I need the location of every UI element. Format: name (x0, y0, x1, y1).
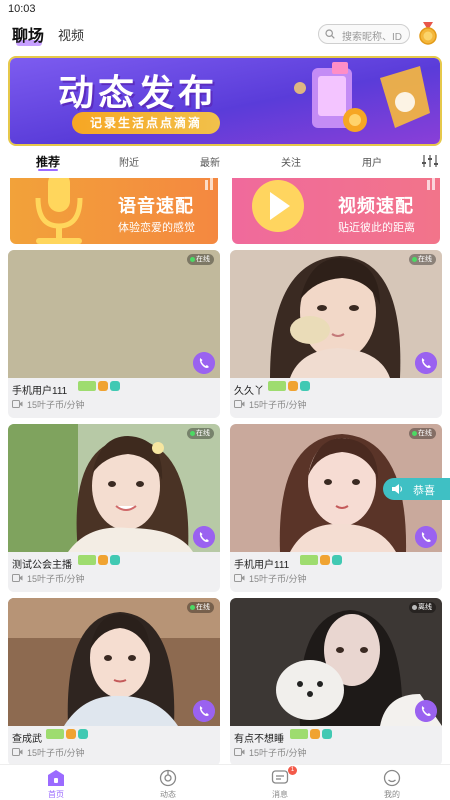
search-placeholder: 搜索昵称、ID (342, 32, 402, 43)
profile-card[interactable]: 在线 手机用户111 15叶子币/分钟 (230, 424, 442, 592)
profile-card[interactable]: 离线 有点不想睡 15叶子币/分钟 (230, 598, 442, 766)
profile-card[interactable]: 在线 久久丫 15叶子币/分钟 (230, 250, 442, 418)
tab-nearby[interactable]: 附近 (119, 154, 139, 169)
call-price: 15叶子币/分钟 (27, 400, 85, 410)
level-badges (300, 555, 344, 567)
bottom-nav-messages[interactable]: 1 消息 (250, 766, 310, 799)
call-button[interactable] (193, 352, 215, 374)
level-badges (78, 555, 122, 567)
status-badge: 离线 (409, 602, 436, 613)
top-nav: 聊场 视频 搜索昵称、ID (0, 20, 450, 50)
category-tabs: 推荐 附近 最新 关注 用户 (0, 150, 450, 172)
medal-icon[interactable] (418, 22, 438, 46)
congrats-floating-tag[interactable]: 恭喜 (383, 478, 450, 500)
status-time: 10:03 (8, 3, 36, 15)
bottom-nav-label: 消息 (272, 790, 288, 799)
speaker-icon (392, 484, 402, 494)
video-camera-icon (234, 574, 245, 582)
profile-photo (8, 424, 220, 552)
level-badges (290, 729, 334, 741)
profile-name: 测试公会主播 (12, 560, 72, 571)
post-moment-banner[interactable]: 动态发布 记录生活点点滴滴 (8, 56, 442, 146)
call-button[interactable] (415, 526, 437, 548)
video-camera-icon (12, 574, 23, 582)
tab-video[interactable]: 视频 (58, 25, 84, 44)
profile-card[interactable]: 在线 查成武 15叶子币/分钟 (8, 598, 220, 766)
voice-match-card[interactable]: 语音速配 体验恋爱的感觉 (10, 178, 218, 244)
voice-match-subtitle: 体验恋爱的感觉 (118, 222, 195, 234)
level-badges (46, 729, 90, 741)
banner-title: 动态发布 (58, 72, 219, 113)
profile-card[interactable]: 在线 手机用户111 15叶子币/分钟 (8, 250, 220, 418)
video-match-subtitle: 贴近彼此的距离 (338, 222, 415, 234)
unread-count-badge: 1 (288, 766, 297, 775)
profile-photo (8, 250, 220, 378)
home-icon (48, 770, 64, 786)
status-badge: 在线 (187, 428, 214, 439)
tab-users[interactable]: 用户 (362, 154, 382, 169)
status-badge: 在线 (409, 254, 436, 265)
banner-subtitle: 记录生活点点滴滴 (72, 112, 221, 134)
video-camera-icon (234, 400, 245, 408)
message-icon (271, 770, 289, 784)
profile-photo (230, 250, 442, 378)
call-price: 15叶子币/分钟 (249, 400, 307, 410)
call-price: 15叶子币/分钟 (249, 748, 307, 758)
status-bar: 10:03 (0, 0, 450, 20)
profile-name: 有点不想睡 (234, 734, 284, 745)
status-badge: 在线 (409, 428, 436, 439)
profile-card[interactable]: 在线 测试公会主播 15叶子币/分钟 (8, 424, 220, 592)
call-price: 15叶子币/分钟 (249, 574, 307, 584)
video-match-card[interactable]: 视频速配 贴近彼此的距离 (232, 178, 440, 244)
video-camera-icon (12, 400, 23, 408)
call-button[interactable] (193, 700, 215, 722)
status-badge: 在线 (187, 602, 214, 613)
profile-photo (230, 598, 442, 726)
call-button[interactable] (193, 526, 215, 548)
bottom-nav-home[interactable]: 首页 (26, 769, 86, 799)
call-price: 15叶子币/分钟 (27, 574, 85, 584)
video-match-title: 视频速配 (338, 196, 414, 216)
bottom-nav: 首页 动态 1 消息 我的 (0, 764, 450, 800)
call-price: 15叶子币/分钟 (27, 748, 85, 758)
status-badge: 在线 (187, 254, 214, 265)
search-input[interactable]: 搜索昵称、ID (318, 24, 410, 44)
bottom-nav-moments[interactable]: 动态 (138, 769, 198, 799)
video-camera-icon (12, 748, 23, 756)
profile-icon (383, 769, 401, 787)
video-camera-icon (234, 748, 245, 756)
level-badges (268, 381, 312, 393)
congrats-label: 恭喜 (413, 485, 435, 497)
microphone-icon (48, 178, 70, 202)
bottom-nav-label: 我的 (384, 790, 400, 799)
call-button[interactable] (415, 352, 437, 374)
profile-name: 查成武 (12, 734, 42, 745)
profile-photo (8, 598, 220, 726)
tab-latest[interactable]: 最新 (200, 154, 220, 169)
tab-following[interactable]: 关注 (281, 154, 301, 169)
tab-recommend[interactable]: 推荐 (36, 153, 60, 170)
profile-name: 久久丫 (234, 386, 264, 397)
filter-icon[interactable] (421, 154, 439, 168)
profile-name: 手机用户111 (12, 386, 68, 397)
level-badges (78, 381, 122, 393)
profile-name: 手机用户111 (234, 560, 290, 571)
call-button[interactable] (415, 700, 437, 722)
voice-match-title: 语音速配 (118, 196, 194, 216)
search-icon (325, 29, 335, 39)
moments-icon (159, 769, 177, 787)
bottom-nav-profile[interactable]: 我的 (362, 769, 422, 799)
tab-underline (38, 169, 58, 171)
tab-chat-square[interactable]: 聊场 (12, 22, 44, 46)
bottom-nav-label: 首页 (48, 790, 64, 799)
bottom-nav-label: 动态 (160, 790, 176, 799)
